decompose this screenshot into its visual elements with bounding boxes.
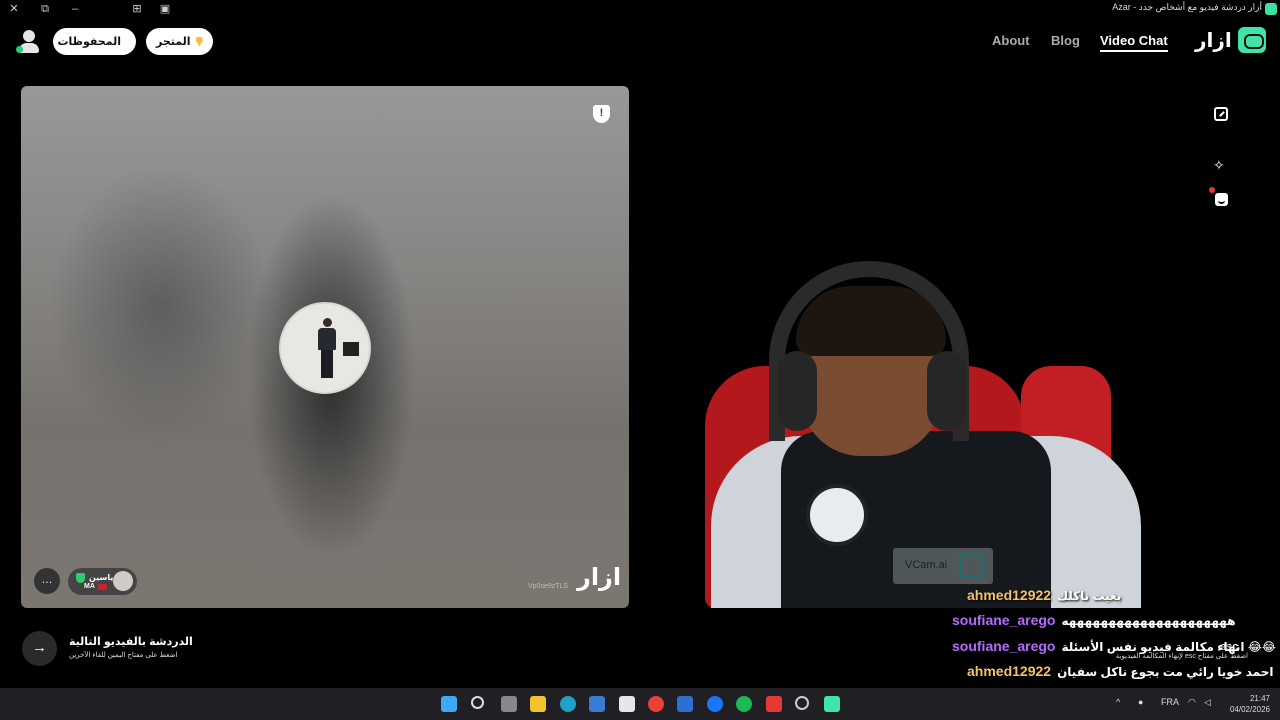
chat-user: soufiane_arego (952, 638, 1056, 654)
nav-blog-link[interactable]: Blog (1051, 33, 1080, 48)
shop-button[interactable]: المتجر (146, 28, 213, 55)
chat-bubble-icon[interactable]: … (34, 568, 60, 594)
youtube-icon[interactable] (766, 696, 782, 712)
partner-user-id: Vp0se9zTLS (528, 583, 569, 590)
webcam-feed: VCam.ai (641, 256, 1248, 608)
partner-profile-photo (279, 302, 371, 394)
chat-text: احمد خويا رائي مت بجوع ناكل سفيان (1057, 665, 1274, 679)
face-filter-icon[interactable] (1215, 193, 1228, 206)
volume-icon[interactable]: ◁ (1204, 697, 1211, 708)
minimize-window-icon[interactable]: – (67, 1, 83, 17)
self-video-panel: VCam.ai ✧ (641, 86, 1248, 608)
chat-text: بغيت ناكلك (1057, 589, 1122, 603)
microphone-icon[interactable]: ● (1138, 697, 1143, 707)
chat-message: soufiane_arego انهاء مكالمة فيديو نفس الأ… (952, 638, 1276, 654)
chat-message: ahmed12922 احمد خويا رائي مت بجوع ناكل سف… (967, 663, 1273, 679)
vest-emblem (806, 484, 868, 546)
restore-window-icon[interactable]: ⧉ (37, 1, 53, 17)
mail-icon[interactable] (677, 696, 693, 712)
next-video-title: الدردشة بالفيديو التالية (69, 636, 193, 648)
nav-video-chat-link[interactable]: Video Chat (1100, 33, 1168, 52)
saved-label: المحفوظات (57, 36, 121, 48)
photo-person-figure (317, 318, 337, 380)
chat-user: ahmed12922 (967, 663, 1052, 679)
next-video-subtitle: اضغط على مفتاح اليمين للقاء الآخرين (69, 652, 178, 659)
window-title: أزار دردشة فيديو مع أشخاص جدد - Azar (1112, 2, 1262, 12)
chat-text: هههههههههههههههههههههه (1061, 614, 1236, 628)
expand-icon[interactable] (1214, 107, 1228, 121)
partner-video-panel: ! … ياسين MA Vp0se9zTLS ازار (21, 86, 629, 608)
sidebar-toggle-icon[interactable]: ▣ (157, 1, 173, 17)
morocco-flag-icon (98, 584, 107, 590)
logo-text: ازار (1195, 29, 1232, 52)
verified-badge-icon (76, 573, 85, 583)
file-explorer-icon[interactable] (530, 696, 546, 712)
nav-about-link[interactable]: About (992, 33, 1030, 48)
azar-logo[interactable]: ازار (1195, 27, 1266, 53)
chat-user: ahmed12922 (967, 587, 1052, 603)
partner-user-chip[interactable]: ياسين MA (68, 568, 137, 595)
spotify-icon[interactable] (736, 696, 752, 712)
vcam-watermark: VCam.ai (893, 548, 993, 584)
notepad-icon[interactable] (619, 696, 635, 712)
partner-avatar (113, 571, 133, 591)
azar-taskbar-icon[interactable] (824, 696, 840, 712)
language-indicator[interactable]: FRA (1161, 697, 1179, 707)
shop-label: المتجر (156, 36, 191, 48)
report-shield-icon[interactable]: ! (593, 105, 610, 123)
close-window-icon[interactable]: ✕ (6, 1, 22, 17)
saved-button[interactable]: المحفوظات (53, 28, 136, 55)
profile-avatar-button[interactable] (16, 28, 42, 56)
photo-background-door (343, 342, 359, 356)
magic-wand-icon[interactable]: ✧ (1213, 157, 1225, 174)
headset-earcup-right (927, 351, 967, 431)
online-status-dot (16, 46, 23, 53)
app-circle-icon[interactable] (795, 696, 809, 710)
vcam-label: VCam.ai (905, 559, 948, 571)
gem-icon (195, 36, 203, 47)
taskbar-clock[interactable]: 21:47 04/02/2026 (1230, 693, 1270, 715)
window-titlebar: ✕ ⧉ – ⊞ ▣ أزار دردشة فيديو مع أشخاص جدد … (0, 0, 1280, 18)
search-icon[interactable] (471, 696, 484, 709)
azar-watermark: ازار (577, 564, 622, 591)
store-icon[interactable] (589, 696, 605, 712)
wifi-icon[interactable]: ◠ (1188, 697, 1196, 708)
facebook-icon[interactable] (707, 696, 723, 712)
avatar-head (23, 30, 35, 42)
clock-date: 04/02/2026 (1229, 705, 1270, 714)
edge-browser-icon[interactable] (560, 696, 576, 712)
chat-message: soufiane_arego هههههههههههههههههههههه (952, 612, 1236, 628)
windows-taskbar (0, 688, 1280, 720)
vcam-logo-icon (959, 554, 983, 578)
next-video-button[interactable]: → (22, 631, 57, 666)
partner-country-code: MA (84, 583, 95, 590)
extensions-icon[interactable]: ⊞ (129, 1, 145, 17)
chevron-up-icon[interactable]: ^ (1116, 697, 1120, 707)
clock-time: 21:47 (1249, 694, 1270, 703)
start-menu-icon[interactable] (441, 696, 457, 712)
chrome-icon[interactable] (648, 696, 664, 712)
notification-dot (1209, 187, 1215, 193)
task-view-icon[interactable] (501, 696, 517, 712)
partner-name: ياسين (89, 573, 114, 582)
headset-earcup-left (777, 351, 817, 431)
chat-message: ahmed12922 بغيت ناكلك (967, 587, 1121, 603)
chat-user: soufiane_arego (952, 612, 1056, 628)
app-icon (1265, 3, 1277, 15)
logo-chat-icon (1237, 27, 1266, 53)
chat-text: انهاء مكالمة فيديو نفس الأسئلة 😂😂 (1061, 640, 1276, 654)
